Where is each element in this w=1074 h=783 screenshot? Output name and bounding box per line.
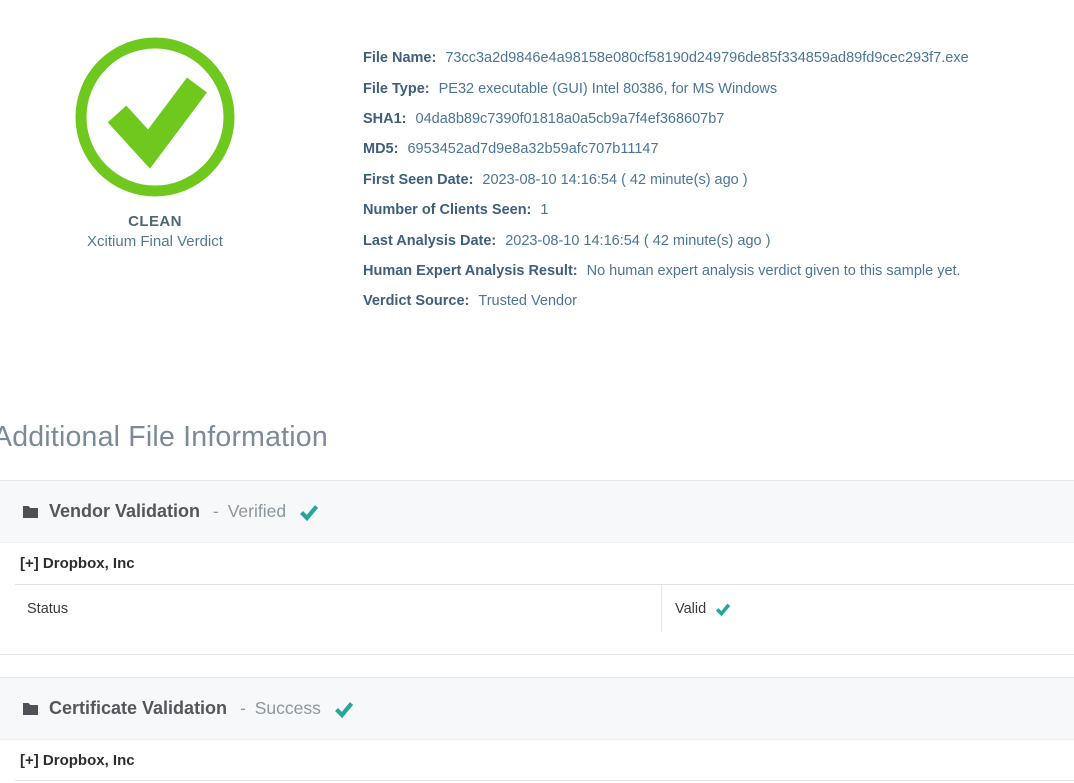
detail-label: First Seen Date: bbox=[363, 171, 474, 188]
detail-value: No human expert analysis verdict given t… bbox=[586, 262, 961, 279]
vendor-name: [+] Dropbox, Inc bbox=[20, 751, 135, 769]
certificate-validation-panel: Certificate Validation - Success [+] Dro… bbox=[0, 677, 1074, 781]
detail-label: SHA1: bbox=[363, 110, 407, 127]
panel-title: Certificate Validation bbox=[49, 698, 228, 718]
status-value: Valid bbox=[675, 600, 707, 617]
additional-info-panels: Vendor Validation - Verified [+] Dropbox… bbox=[0, 480, 1074, 781]
vendor-expand-row[interactable]: [+] Dropbox, Inc bbox=[15, 740, 1074, 781]
status-value-cell: Valid bbox=[662, 585, 731, 632]
folder-icon bbox=[22, 504, 39, 519]
folder-icon bbox=[22, 701, 39, 716]
panel-padding bbox=[0, 632, 1074, 654]
verdict-status: CLEAN bbox=[128, 213, 182, 230]
sha1-row: SHA1: 04da8b89c7390f01818a0a5cb9a7f4ef36… bbox=[363, 104, 1074, 134]
detail-label: File Type: bbox=[363, 80, 430, 97]
file-name-row: File Name: 73cc3a2d9846e4a98158e080cf581… bbox=[363, 43, 1074, 73]
vendor-expand-row[interactable]: [+] Dropbox, Inc bbox=[15, 543, 1074, 585]
detail-value: 73cc3a2d9846e4a98158e080cf58190d249796de… bbox=[445, 50, 969, 67]
last-analysis-row: Last Analysis Date: 2023-08-10 14:16:54 … bbox=[363, 225, 1074, 255]
panel-status: Success bbox=[254, 698, 321, 718]
detail-label: MD5: bbox=[363, 141, 399, 158]
panel-separator: - bbox=[213, 501, 219, 521]
detail-value: 2023-08-10 14:16:54 ( 42 minute(s) ago ) bbox=[482, 171, 748, 188]
md5-row: MD5: 6953452ad7d9e8a32b59afc707b11147 bbox=[363, 134, 1074, 164]
detail-label: Verdict Source: bbox=[363, 293, 470, 310]
panel-status: Verified bbox=[227, 501, 287, 521]
detail-label: Number of Clients Seen: bbox=[363, 202, 532, 219]
detail-value: PE32 executable (GUI) Intel 80386, for M… bbox=[438, 80, 778, 97]
certificate-validation-header: Certificate Validation - Success bbox=[0, 678, 1074, 740]
detail-value: 04da8b89c7390f01818a0a5cb9a7f4ef368607b7 bbox=[415, 110, 725, 127]
detail-value: 6953452ad7d9e8a32b59afc707b11147 bbox=[407, 141, 659, 158]
page-title: Additional File Information bbox=[0, 421, 328, 453]
check-icon bbox=[299, 503, 319, 521]
status-key-cell: Status bbox=[15, 585, 662, 632]
panel-title: Vendor Validation bbox=[49, 501, 201, 521]
check-icon bbox=[334, 700, 354, 718]
file-type-row: File Type: PE32 executable (GUI) Intel 8… bbox=[363, 73, 1074, 103]
table-row: Status Valid bbox=[15, 585, 1074, 632]
detail-value: Trusted Vendor bbox=[478, 293, 577, 310]
panel-separator: - bbox=[240, 698, 246, 718]
verdict-source-row: Verdict Source: Trusted Vendor bbox=[363, 286, 1074, 316]
vendor-name: [+] Dropbox, Inc bbox=[20, 555, 135, 572]
check-icon bbox=[715, 602, 731, 616]
check-circle-icon bbox=[75, 37, 235, 197]
clients-seen-row: Number of Clients Seen: 1 bbox=[363, 195, 1074, 225]
final-verdict-badge: CLEAN Xcitium Final Verdict bbox=[75, 37, 235, 250]
vendor-validation-header: Vendor Validation - Verified bbox=[0, 481, 1074, 543]
human-expert-row: Human Expert Analysis Result: No human e… bbox=[363, 256, 1074, 286]
detail-value: 2023-08-10 14:16:54 ( 42 minute(s) ago ) bbox=[505, 232, 771, 249]
vendor-validation-panel: Vendor Validation - Verified [+] Dropbox… bbox=[0, 480, 1074, 655]
file-details-list: File Name: 73cc3a2d9846e4a98158e080cf581… bbox=[363, 43, 1074, 317]
first-seen-row: First Seen Date: 2023-08-10 14:16:54 ( 4… bbox=[363, 165, 1074, 195]
status-key: Status bbox=[27, 600, 69, 617]
detail-label: File Name: bbox=[363, 50, 437, 67]
detail-label: Human Expert Analysis Result: bbox=[363, 262, 578, 279]
verdict-source-label: Xcitium Final Verdict bbox=[87, 233, 223, 250]
detail-value: 1 bbox=[540, 202, 549, 219]
detail-label: Last Analysis Date: bbox=[363, 232, 497, 249]
